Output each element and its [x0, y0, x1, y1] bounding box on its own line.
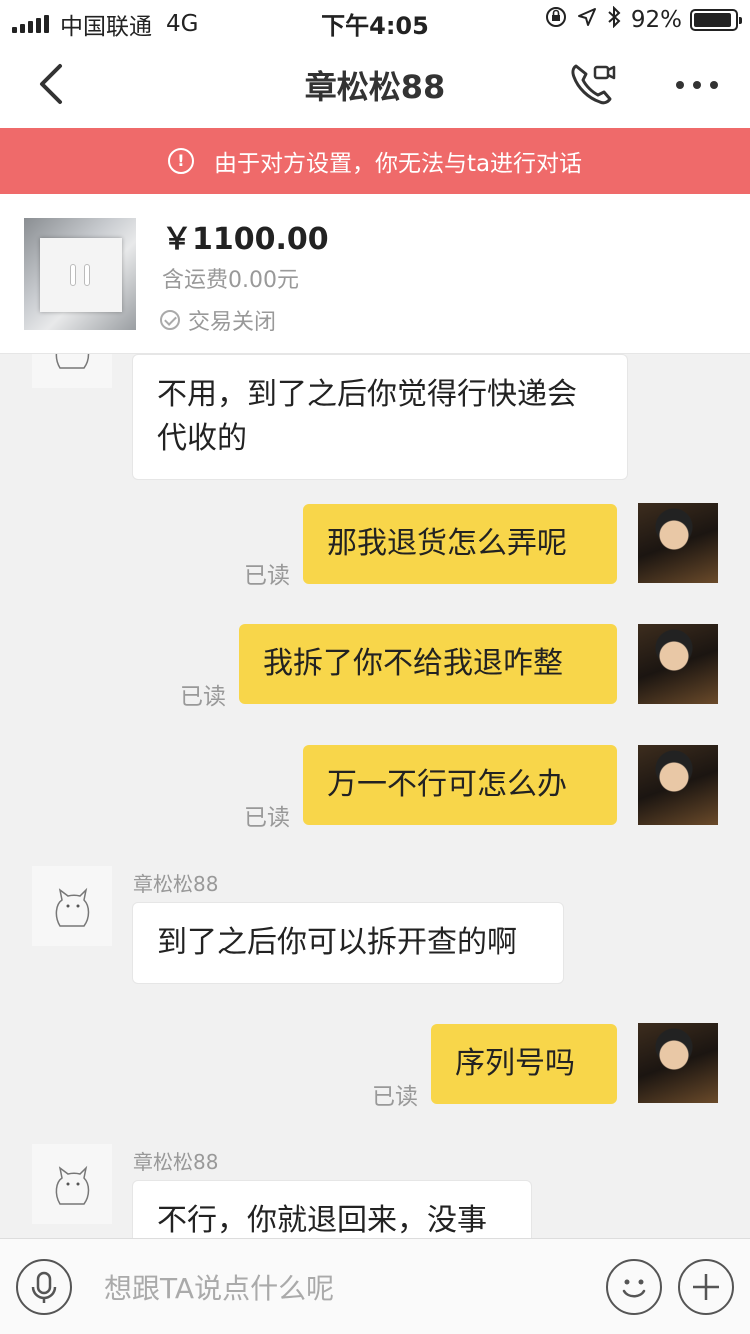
chat-area[interactable]: 不用，到了之后你觉得行快递会 代收的 已读 那我退货怎么弄呢 已读 我拆了你不给…: [0, 354, 750, 1238]
message-text-line: 代收的: [157, 421, 247, 456]
message-text-line: 不用，到了之后你觉得行快递会: [157, 377, 577, 412]
read-receipt: 已读: [244, 563, 290, 589]
trade-status-label: 交易关闭: [188, 310, 277, 335]
status-bar: 中国联通 4G 下午4:05 92%: [0, 0, 750, 40]
nav-bar: 章松松88: [0, 40, 750, 128]
my-avatar[interactable]: [638, 1023, 718, 1103]
contact-avatar[interactable]: [32, 866, 112, 946]
my-avatar[interactable]: [638, 503, 718, 583]
trade-status: 交易关闭: [160, 304, 276, 336]
orientation-lock-icon: [545, 6, 567, 34]
banner-text: 由于对方设置，你无法与ta进行对话: [213, 151, 583, 177]
product-shipping: 含运费0.00元: [162, 268, 299, 293]
check-circle-icon: [160, 310, 180, 330]
add-icon[interactable]: [678, 1259, 734, 1315]
read-receipt: 已读: [180, 684, 226, 710]
video-call-icon[interactable]: [568, 60, 618, 110]
read-receipt: 已读: [244, 805, 290, 831]
page-title: 章松松88: [304, 68, 446, 106]
read-receipt: 已读: [372, 1084, 418, 1110]
info-icon: !: [167, 148, 194, 174]
message-bubble-outgoing[interactable]: 我拆了你不给我退咋整: [239, 624, 617, 704]
battery-percent: 92%: [630, 7, 682, 33]
product-box-image: [40, 238, 122, 312]
message-bubble-outgoing[interactable]: 那我退货怎么弄呢: [303, 504, 617, 584]
microphone-icon[interactable]: [16, 1259, 72, 1315]
emoji-icon[interactable]: [606, 1259, 662, 1315]
battery-icon: [690, 9, 742, 31]
sender-name: 章松松88: [133, 872, 219, 896]
contact-avatar[interactable]: [32, 1144, 112, 1224]
contact-avatar[interactable]: [32, 354, 112, 388]
sender-name: 章松松88: [133, 1150, 219, 1174]
message-bubble-incoming[interactable]: 不用，到了之后你觉得行快递会 代收的: [132, 354, 628, 480]
product-price: ￥1100.00: [162, 222, 329, 257]
product-card[interactable]: ￥1100.00 含运费0.00元 交易关闭: [0, 194, 750, 354]
product-thumbnail[interactable]: [24, 218, 136, 330]
message-bubble-incoming[interactable]: 不行，你就退回来，没事: [132, 1180, 532, 1238]
message-bubble-incoming[interactable]: 到了之后你可以拆开查的啊: [132, 902, 564, 984]
input-bar: 想跟TA说点什么呢: [0, 1238, 750, 1334]
message-bubble-outgoing[interactable]: 序列号吗: [431, 1024, 617, 1104]
location-icon: [577, 7, 597, 33]
my-avatar[interactable]: [638, 745, 718, 825]
bluetooth-icon: [607, 5, 621, 34]
message-bubble-outgoing[interactable]: 万一不行可怎么办: [303, 745, 617, 825]
blocked-banner: ! 由于对方设置，你无法与ta进行对话: [0, 128, 750, 194]
message-input[interactable]: 想跟TA说点什么呢: [104, 1267, 334, 1307]
more-icon[interactable]: [672, 70, 722, 100]
my-avatar[interactable]: [638, 624, 718, 704]
status-right: 92%: [535, 5, 742, 34]
